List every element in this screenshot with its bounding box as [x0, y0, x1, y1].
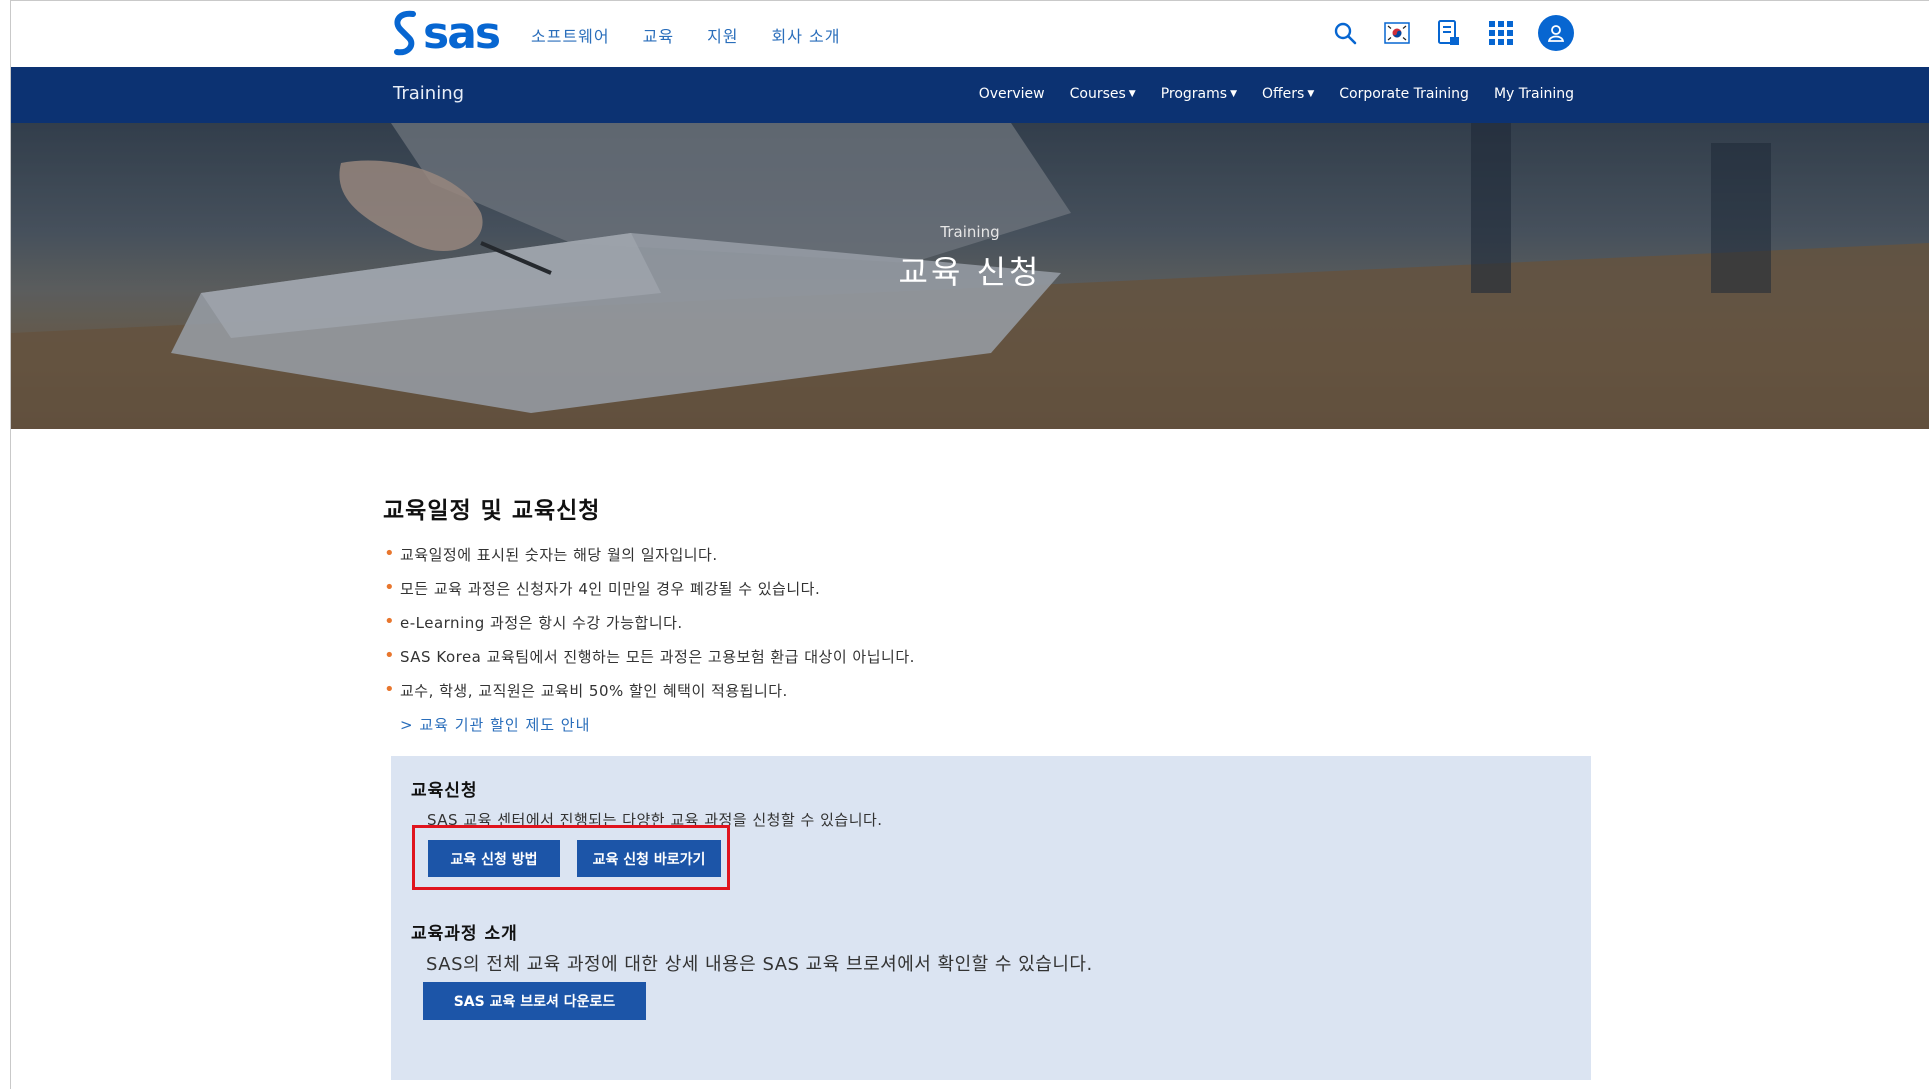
nav-programs[interactable]: Programs ▼ [1161, 86, 1237, 102]
apply-panel: 교육신청 SAS 교육 센터에서 진행되는 다양한 교육 과정을 신청할 수 있… [391, 756, 1591, 1080]
browser-frame: sas 소프트웨어 교육 지원 회사 소개 Training Overview … [10, 0, 1929, 1089]
list-item: 모든 교육 과정은 신청자가 4인 미만일 경우 폐강될 수 있습니다. [383, 578, 1593, 613]
search-icon[interactable] [1330, 16, 1360, 50]
hero-banner: Training 교육 신청 [11, 123, 1929, 429]
nav-company[interactable]: 회사 소개 [772, 23, 841, 47]
nav-courses[interactable]: Courses ▼ [1070, 86, 1136, 102]
hero-eyebrow: Training [940, 223, 1000, 241]
hero-title: 교육 신청 [898, 253, 1042, 291]
notice-list: 교육일정에 표시된 숫자는 해당 월의 일자입니다. 모든 교육 과정은 신청자… [383, 544, 1593, 715]
korea-flag-icon[interactable] [1382, 16, 1412, 50]
nav-programs-label: Programs [1160, 86, 1228, 102]
nav-support[interactable]: 지원 [707, 23, 738, 47]
nav-software[interactable]: 소프트웨어 [531, 23, 610, 47]
training-bar-title[interactable]: Training [393, 83, 464, 104]
document-icon[interactable] [1434, 16, 1464, 50]
list-item: e-Learning 과정은 항시 수강 가능합니다. [383, 612, 1593, 647]
list-item: 교수, 학생, 교직원은 교육비 50% 할인 혜택이 적용됩니다. [383, 680, 1593, 715]
course-intro-heading: 교육과정 소개 [411, 924, 518, 944]
sas-logo[interactable]: sas [389, 8, 501, 59]
course-intro-description: SAS의 전체 교육 과정에 대한 상세 내용은 SAS 교육 브로셔에서 확인… [426, 954, 1093, 975]
nav-my-training[interactable]: My Training [1494, 86, 1574, 102]
training-nav: Overview Courses ▼ Programs ▼ Offers ▼ Corp… [979, 86, 1574, 102]
primary-nav: 소프트웨어 교육 지원 회사 소개 [531, 23, 873, 47]
brochure-download-button[interactable]: SAS 교육 브로셔 다운로드 [423, 982, 646, 1020]
highlight-box [412, 825, 730, 890]
sas-logo-mark-icon [394, 10, 416, 56]
nav-corporate-training[interactable]: Corporate Training [1339, 86, 1469, 102]
main-content: 교육일정 및 교육신청 교육일정에 표시된 숫자는 해당 월의 일자입니다. 모… [383, 491, 1593, 735]
nav-overview[interactable]: Overview [979, 86, 1045, 102]
nav-courses-label: Courses [1069, 86, 1126, 102]
chevron-down-icon: ▼ [1307, 89, 1315, 99]
apply-heading: 교육신청 [411, 781, 478, 801]
training-nav-bar: Training Overview Courses ▼ Programs ▼ Off… [11, 67, 1929, 123]
list-item: 교육일정에 표시된 숫자는 해당 월의 일자입니다. [383, 544, 1593, 579]
nav-education[interactable]: 교육 [643, 23, 674, 47]
nav-offers[interactable]: Offers ▼ [1262, 86, 1314, 102]
chevron-down-icon: ▼ [1230, 89, 1237, 99]
list-item: SAS Korea 교육팀에서 진행하는 모든 과정은 고용보험 환급 대상이 … [383, 646, 1593, 681]
user-avatar-icon[interactable] [1538, 15, 1574, 51]
top-header: sas 소프트웨어 교육 지원 회사 소개 [11, 1, 1929, 67]
apps-grid-icon[interactable] [1486, 16, 1516, 50]
chevron-down-icon: ▼ [1128, 89, 1136, 99]
header-icons [1330, 15, 1574, 51]
discount-info-link[interactable]: > 교육 기관 할인 제도 안내 [400, 714, 590, 735]
section-title: 교육일정 및 교육신청 [383, 498, 601, 524]
nav-offers-label: Offers [1262, 86, 1305, 102]
logo-text: sas [423, 8, 501, 59]
